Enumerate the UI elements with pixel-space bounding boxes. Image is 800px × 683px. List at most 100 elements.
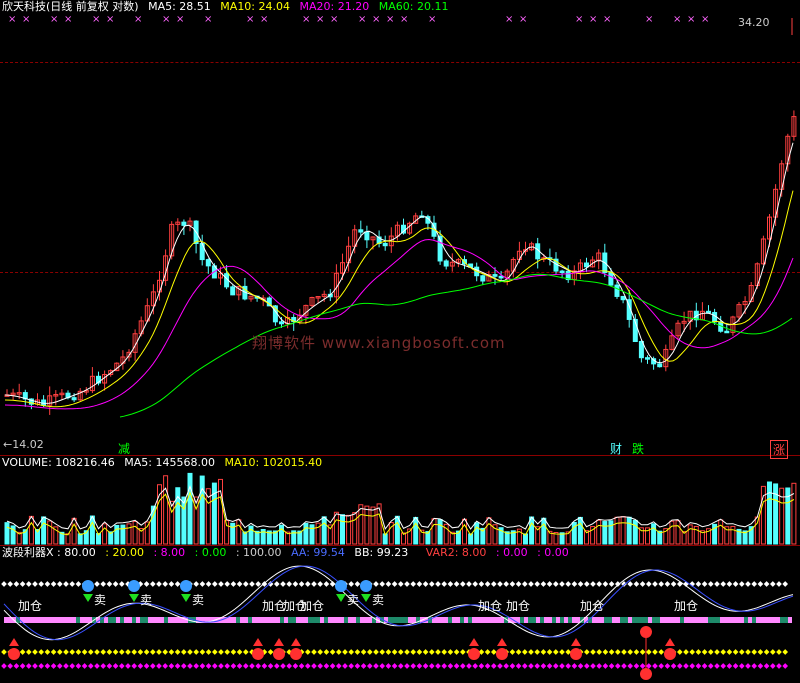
band-segment	[772, 617, 776, 623]
diamond-magenta	[354, 663, 361, 669]
diamond-white	[546, 581, 553, 587]
diamond-white	[757, 581, 764, 587]
diamond-yellow	[187, 649, 193, 655]
band-segment	[292, 617, 296, 623]
price-pane[interactable]: 欣天科技(日线 前复权 对数) MA5: 28.51 MA10: 24.04 M…	[0, 0, 800, 459]
diamond-magenta	[335, 663, 342, 669]
diamond-magenta	[447, 663, 454, 669]
candle-body	[364, 231, 370, 241]
diamond-magenta	[180, 663, 187, 669]
diamond-magenta	[236, 663, 243, 669]
marker-x: ×	[589, 14, 597, 25]
diamond-yellow	[757, 649, 764, 655]
diamond-magenta	[149, 663, 156, 669]
up-arrow	[253, 638, 263, 646]
diamond-yellow	[540, 649, 547, 655]
diamond-white	[410, 581, 417, 587]
candle-body	[657, 363, 663, 368]
band-segment	[140, 617, 144, 623]
diamond-magenta	[621, 663, 627, 669]
candlestick-chart[interactable]: × × × × × × × × × × × × × × × × × × × × × × × × × × × × ×	[0, 0, 800, 455]
diamond-yellow	[751, 649, 758, 655]
band-segment	[604, 617, 608, 623]
band-segment	[84, 617, 88, 623]
band-segment	[720, 617, 724, 623]
ma20-value: MA20: 21.20	[299, 0, 370, 13]
oscillator-chart[interactable]: 加仓 加仓加仓加仓 加仓 加仓 加仓 加仓卖卖卖卖卖	[0, 546, 800, 683]
diamond-yellow	[360, 649, 367, 655]
diamond-yellow	[521, 649, 528, 655]
diamond-magenta	[81, 663, 88, 669]
diamond-white	[459, 581, 466, 587]
diamond-white	[528, 581, 534, 587]
diamond-magenta	[670, 663, 677, 669]
buy-ball	[8, 648, 20, 660]
diamond-yellow	[131, 649, 138, 655]
band-segment	[276, 617, 280, 623]
diamond-magenta	[397, 663, 404, 669]
marker-x: ×	[575, 14, 583, 25]
diamond-magenta	[769, 663, 776, 669]
diamond-white	[769, 581, 776, 587]
diamond-magenta	[44, 663, 51, 669]
diamond-yellow	[614, 649, 621, 655]
band-segment	[312, 617, 316, 623]
diamond-white	[19, 581, 26, 587]
diamond-magenta	[472, 663, 479, 669]
volume-bar	[474, 522, 480, 545]
oscillator-pane[interactable]: 波段利器X : 80.00 : 20.00 : 8.00 : 0.00 : 10…	[0, 545, 800, 683]
diamond-white	[94, 581, 100, 587]
band-segment	[252, 617, 256, 623]
diamond-yellow	[714, 649, 720, 655]
band-segment	[268, 617, 272, 623]
band-segment	[620, 617, 624, 623]
band-segment	[52, 617, 56, 623]
diamond-white	[32, 581, 38, 587]
up-arrow	[665, 638, 675, 646]
volume-bar	[230, 522, 236, 545]
band-segment	[368, 617, 372, 623]
diamond-yellow	[75, 649, 82, 655]
band-segment	[572, 617, 576, 623]
diamond-white	[162, 581, 169, 587]
diamond-white	[242, 581, 249, 587]
diamond-magenta	[497, 663, 503, 669]
diamond-magenta	[751, 663, 758, 669]
diamond-yellow	[317, 649, 324, 655]
diamond-white	[509, 581, 516, 587]
band-segment	[304, 617, 308, 623]
diamond-white	[69, 581, 76, 587]
diamond-white	[249, 581, 255, 587]
candle-body	[480, 275, 486, 282]
diamond-yellow	[552, 649, 559, 655]
diamond-magenta	[410, 663, 417, 669]
diamond-magenta	[441, 663, 448, 669]
band-segment	[652, 617, 656, 623]
volume-header: VOLUME: 108216.46 MA5: 145568.00 MA10: 1…	[2, 456, 328, 470]
marker-x: ×	[386, 14, 394, 25]
diamond-yellow	[447, 649, 454, 655]
diamond-white	[466, 581, 472, 587]
volume-pane[interactable]: VOLUME: 108216.46 MA5: 145568.00 MA10: 1…	[0, 455, 800, 546]
diamond-magenta	[13, 663, 20, 669]
diamond-white	[521, 581, 528, 587]
diamond-white	[218, 581, 224, 587]
diamond-white	[608, 581, 615, 587]
diamond-yellow	[707, 649, 714, 655]
band-segment	[676, 617, 680, 623]
diamond-white	[720, 581, 727, 587]
diamond-magenta	[125, 663, 131, 669]
stock-title: 欣天科技(日线 前复权 对数)	[2, 0, 139, 13]
diamond-white	[56, 581, 63, 587]
marker-x: ×	[162, 14, 170, 25]
diamond-magenta	[379, 663, 386, 669]
band-segment	[40, 617, 44, 623]
band-segment	[352, 617, 356, 623]
diamond-white	[726, 581, 733, 587]
diamond-white	[298, 581, 305, 587]
low-price-label: ←14.02	[3, 438, 44, 451]
volume-bar	[370, 506, 376, 545]
band-segment	[324, 617, 328, 623]
band-segment	[344, 617, 348, 623]
diamond-yellow	[397, 649, 404, 655]
